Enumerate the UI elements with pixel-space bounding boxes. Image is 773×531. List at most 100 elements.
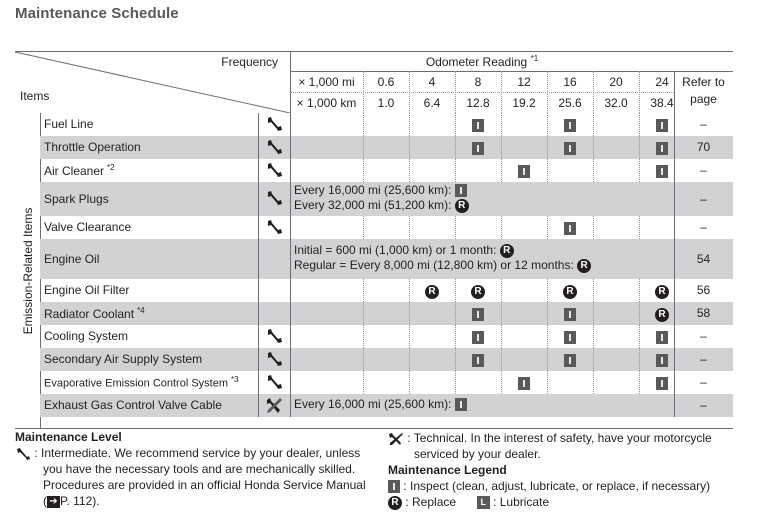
item-name: Radiator Coolant *4 [44,306,145,321]
km-column-header: 1.0 [377,96,395,110]
schedule-note: Initial = 600 mi (1,000 km) or 1 month: … [294,243,592,273]
km-column-header: 19.2 [512,96,536,110]
schedule-note-line: Every 32,000 mi (51,200 km): R [294,198,469,213]
divider [501,113,502,136]
divider [258,182,259,216]
divider [547,159,548,182]
divider [363,216,364,239]
service-manual-ref: (➔ P. 112). [43,494,100,508]
divider [455,216,456,239]
inspect-icon [564,354,576,368]
divider [501,279,502,302]
divider [290,302,291,325]
inspect-icon [656,165,668,179]
page-title: Maintenance Schedule [15,5,179,22]
tools-icon [388,431,407,445]
divider [258,371,259,394]
divider [455,371,456,394]
table-row: Secondary Air Supply System – [40,348,733,371]
divider [363,136,364,159]
inspect-icon [388,480,400,494]
item-name: Valve Clearance [44,220,132,234]
inspect-icon [656,377,668,391]
divider [258,239,259,279]
km-column-header: 32.0 [604,96,628,110]
item-name: Spark Plugs [44,191,109,206]
table-row: Exhaust Gas Control Valve Cable Every 16,… [40,394,733,417]
km-column-header: 25.6 [558,96,582,110]
schedule-cell [547,140,593,158]
table-row: Spark Plugs Every 16,000 mi (25,600 km): … [40,182,733,216]
schedule-cell [547,220,593,238]
schedule-note-line: Regular = Every 8,000 mi (12,800 km) or … [294,258,592,273]
table-row: Cooling System – [40,325,733,348]
replace-icon: R [425,284,439,299]
schedule-note-line: Every 16,000 mi (25,600 km): [294,397,467,412]
divider [363,71,364,113]
item-name: Engine Oil Filter [44,283,130,297]
table-header: Frequency Items Odometer Reading *1 × 1,… [15,51,733,113]
refer-page: – [700,191,707,206]
schedule-cell [547,117,593,135]
schedule-cell: R [455,283,501,301]
divider [639,71,640,113]
divider [501,325,502,348]
divider [593,136,594,159]
technical-desc-line2: serviced by your dealer. [414,447,541,461]
divider [593,302,594,325]
emission-related-items-label: Emission-Related Items [20,207,35,334]
divider [593,159,594,182]
inspect-icon [454,184,467,198]
divider [258,113,259,136]
item-name: Fuel Line [44,117,94,131]
schedule-note: Every 16,000 mi (25,600 km): [294,397,467,412]
divider [409,371,410,394]
inspect-icon [656,142,668,156]
refer-to-page-label: Refer to page [682,75,725,106]
wrench-icon [15,446,34,460]
schedule-cell [455,117,501,135]
schedule-cell [455,352,501,370]
inspect-icon [564,119,576,133]
table-row: Air Cleaner *2 – [40,159,733,182]
replace-icon: R [655,307,669,322]
mi-column-header: 8 [474,75,482,89]
divider [363,302,364,325]
divider [593,71,594,113]
schedule-note-line: Initial = 600 mi (1,000 km) or 1 month: … [294,243,591,258]
table-row: Valve Clearance – [40,216,733,239]
inspect-desc: : Inspect (clean, adjust, lubricate, or … [403,479,711,493]
divider [501,216,502,239]
schedule-cell [455,329,501,347]
divider [290,348,291,371]
divider [593,113,594,136]
divider [409,348,410,371]
divider [409,325,410,348]
mi-column-header: 4 [428,75,436,89]
divider [258,348,259,371]
item-name: Air Cleaner *2 [44,163,115,178]
technical-desc-line1: : Technical. In the interest of safety, … [407,431,712,445]
mi-column-header: 12 [517,75,531,89]
km-unit-label: × 1,000 km [296,96,357,110]
refer-page: – [700,163,707,177]
divider [290,113,291,136]
schedule-note: Every 16,000 mi (25,600 km): Every 32,00… [294,183,469,213]
inspect-icon [656,354,668,368]
inspect-icon [656,119,668,133]
divider [593,279,594,302]
schedule-note-line: Every 16,000 mi (25,600 km): [294,183,469,198]
page-112-link[interactable]: P. 112 [60,494,92,508]
schedule-cell [547,306,593,324]
replace-icon: R [563,284,577,299]
divider [290,216,291,239]
mi-column-header: 16 [563,75,577,89]
inspect-icon [472,354,484,368]
refer-page: 58 [696,306,711,320]
divider [290,371,291,394]
table-row: Engine Oil Filter R R R R 56 [40,279,733,302]
divider [290,394,291,417]
frequency-label: Frequency [221,55,278,69]
divider [409,71,410,113]
tools-icon [260,397,288,420]
